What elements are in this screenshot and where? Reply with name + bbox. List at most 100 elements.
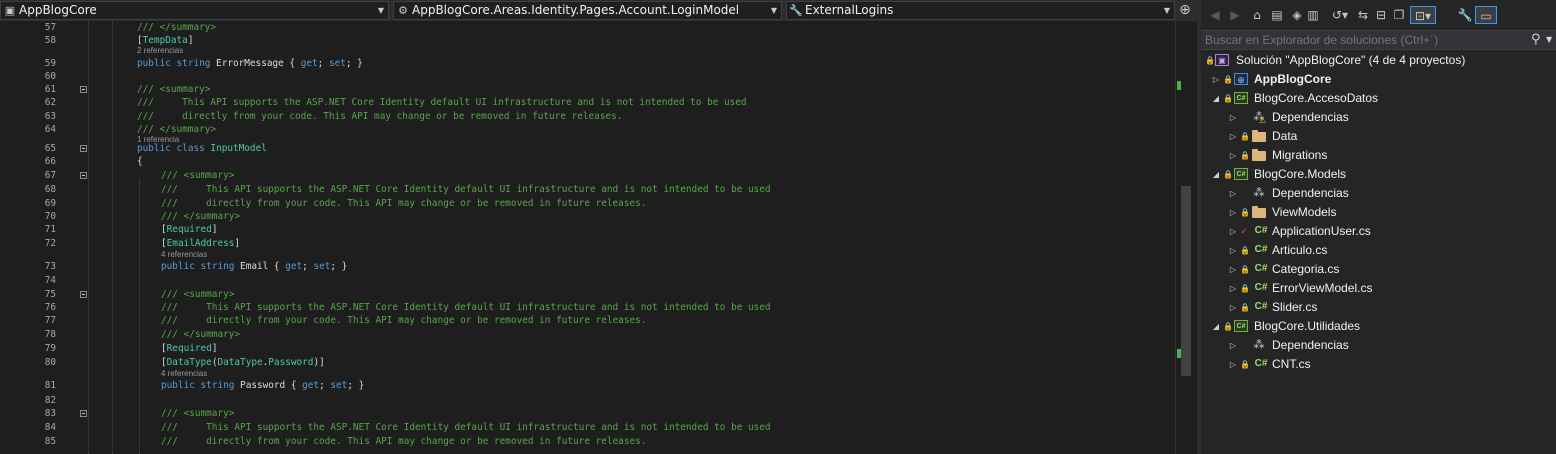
collapse-outline-icon[interactable]	[80, 145, 87, 152]
search-icon[interactable]: ⚲	[1531, 31, 1541, 49]
solution-search-input[interactable]	[1205, 32, 1525, 48]
code-line[interactable]: 61 /// <summary>	[0, 83, 1175, 97]
switch-views-icon[interactable]: ▤	[1269, 6, 1285, 24]
expanded-arrow-icon[interactable]: ◢	[1211, 89, 1221, 108]
code-text: /// <summary>	[137, 84, 211, 95]
tree-item[interactable]: ◢ 🔒 C# BlogCore.Utilidades	[1201, 317, 1556, 336]
tree-item[interactable]: ▷ ⁂ Dependencias	[1201, 336, 1556, 355]
code-line[interactable]: 82	[0, 394, 1175, 408]
tree-item[interactable]: ▷ 🔒 Data	[1201, 127, 1556, 146]
collapse-outline-icon[interactable]	[80, 86, 87, 93]
collapsed-arrow-icon[interactable]: ▷	[1228, 279, 1238, 298]
collapsed-arrow-icon[interactable]: ▷	[1228, 203, 1238, 222]
tree-item[interactable]: ▷ ⁂ Dependencias	[1201, 184, 1556, 203]
code-line[interactable]: 70 /// </summary>	[0, 210, 1175, 224]
collapsed-arrow-icon[interactable]: ▷	[1228, 336, 1238, 355]
csharp-file-icon: C#	[1254, 263, 1268, 274]
code-line[interactable]: 69 /// directly from your code. This API …	[0, 197, 1175, 211]
chevron-down-icon[interactable]: ▼	[1546, 33, 1552, 47]
code-line[interactable]: 66 {	[0, 155, 1175, 169]
code-line[interactable]: 59 public string ErrorMessage { get; set;…	[0, 57, 1175, 71]
home-icon[interactable]: ⌂	[1249, 6, 1265, 24]
scrollbar-thumb[interactable]	[1181, 186, 1191, 376]
tree-item[interactable]: ▷ ✓ C# ApplicationUser.cs	[1201, 222, 1556, 241]
code-line[interactable]: 68 /// This API supports the ASP.NET Core…	[0, 183, 1175, 197]
tree-item-label: CNT.cs	[1272, 357, 1311, 371]
code-lens-references[interactable]: 2 referencias	[0, 44, 1175, 58]
code-line[interactable]: 60	[0, 70, 1175, 84]
split-editor-icon[interactable]: ⊕	[1178, 2, 1192, 19]
tree-item[interactable]: ◢ 🔒 C# BlogCore.AccesoDatos	[1201, 89, 1556, 108]
tree-item[interactable]: ▷ 🔒 C# Articulo.cs	[1201, 241, 1556, 260]
back-icon[interactable]: ◀	[1207, 6, 1223, 24]
indent-guide	[139, 180, 140, 454]
reference-count-label[interactable]: 2 referencias	[137, 45, 183, 57]
code-line[interactable]: 62 /// This API supports the ASP.NET Core…	[0, 96, 1175, 110]
csharp-file-icon: C#	[1254, 244, 1268, 255]
tree-view-toggle-icon[interactable]: ⊡▾	[1410, 6, 1436, 24]
preview-selected-icon[interactable]: ▭	[1475, 6, 1497, 24]
collapsed-arrow-icon[interactable]: ▷	[1228, 222, 1238, 241]
collapsed-arrow-icon[interactable]: ▷	[1228, 146, 1238, 165]
collapsed-arrow-icon[interactable]: ▷	[1228, 108, 1238, 127]
collapsed-arrow-icon[interactable]: ▷	[1228, 260, 1238, 279]
code-line[interactable]: 74	[0, 274, 1175, 288]
code-line[interactable]: 83 /// <summary>	[0, 407, 1175, 421]
code-line[interactable]: 57 /// </summary>	[0, 21, 1175, 35]
tree-item[interactable]: 🔒 ▣ Solución "AppBlogCore" (4 de 4 proyect…	[1201, 51, 1556, 70]
collapsed-arrow-icon[interactable]: ▷	[1228, 184, 1238, 203]
tree-item[interactable]: ▷ 🔒 C# Slider.cs	[1201, 298, 1556, 317]
solution-search-box[interactable]: ⚲ ▼	[1201, 30, 1556, 50]
collapsed-arrow-icon[interactable]: ▷	[1228, 127, 1238, 146]
code-area[interactable]: 57/// </summary> 58 [TempData] 2 referencia…	[0, 21, 1175, 454]
code-line[interactable]: 75 /// <summary>	[0, 288, 1175, 302]
tree-item-label: Dependencias	[1272, 110, 1349, 124]
tree-item[interactable]: ▷ 🔒 ⊕ AppBlogCore	[1201, 70, 1556, 89]
code-editor[interactable]: ▣ AppBlogCore ▼ ⚙ AppBlogCore.Areas.Identi…	[0, 0, 1198, 454]
show-all-files-icon[interactable]: ❐	[1391, 6, 1407, 24]
vertical-scrollbar[interactable]	[1175, 21, 1198, 454]
code-line[interactable]: 85 /// directly from your code. This API …	[0, 435, 1175, 449]
code-line[interactable]: 76 /// This API supports the ASP.NET Core…	[0, 301, 1175, 315]
tree-item[interactable]: ▷ 🔒 C# CNT.cs	[1201, 355, 1556, 374]
collapsed-arrow-icon[interactable]: ▷	[1228, 355, 1238, 374]
tree-item[interactable]: ▷ 🔒 C# ErrorViewModel.cs	[1201, 279, 1556, 298]
code-line[interactable]: 77 /// directly from your code. This API …	[0, 314, 1175, 328]
expanded-arrow-icon[interactable]: ◢	[1211, 317, 1221, 336]
collapsed-arrow-icon[interactable]: ▷	[1211, 70, 1221, 89]
tree-item[interactable]: ◢ 🔒 C# BlogCore.Models	[1201, 165, 1556, 184]
code-line[interactable]: 63 /// directly from your code. This API …	[0, 110, 1175, 124]
code-line[interactable]: 73 public string Email { get; set; }	[0, 260, 1175, 274]
tree-item[interactable]: ▷ 🔒 Migrations	[1201, 146, 1556, 165]
type-dropdown[interactable]: ⚙ AppBlogCore.Areas.Identity.Pages.Accoun…	[393, 1, 782, 20]
properties-wrench-icon[interactable]: 🔧	[1457, 6, 1473, 24]
visual-studio-icon[interactable]: ◈	[1289, 6, 1305, 24]
forward-icon[interactable]: ▶	[1227, 6, 1243, 24]
code-line[interactable]: 84 /// This API supports the ASP.NET Core…	[0, 421, 1175, 435]
member-dropdown[interactable]: 🔧 ExternalLogins ▼	[786, 1, 1175, 20]
history-dropdown-icon[interactable]: ↺▾	[1327, 6, 1353, 24]
expanded-arrow-icon[interactable]: ◢	[1211, 165, 1221, 184]
pending-changes-icon[interactable]: ▥	[1305, 6, 1321, 24]
code-line[interactable]: 79 [Required]	[0, 342, 1175, 356]
tree-item[interactable]: ▷ 🔒 ViewModels	[1201, 203, 1556, 222]
collapsed-arrow-icon[interactable]: ▷	[1228, 298, 1238, 317]
collapse-outline-icon[interactable]	[80, 410, 87, 417]
line-number: 73	[44, 261, 56, 272]
tree-item[interactable]: ▷ 🔒 C# Categoria.cs	[1201, 260, 1556, 279]
collapse-outline-icon[interactable]	[80, 291, 87, 298]
project-dropdown[interactable]: ▣ AppBlogCore ▼	[0, 1, 389, 20]
collapse-all-icon[interactable]: ⊟	[1373, 6, 1389, 24]
code-line[interactable]: 78 /// </summary>	[0, 328, 1175, 342]
sync-icon[interactable]: ⇆	[1355, 6, 1371, 24]
code-line[interactable]: 67 /// <summary>	[0, 169, 1175, 183]
code-text: /// directly from your code. This API ma…	[161, 198, 647, 209]
collapsed-arrow-icon[interactable]: ▷	[1228, 241, 1238, 260]
code-line[interactable]: 81 public string Password { get; set; }	[0, 379, 1175, 393]
code-text: /// </summary>	[137, 22, 217, 33]
csharp-project-icon: C#	[1234, 92, 1248, 104]
code-line[interactable]: 71 [Required]	[0, 223, 1175, 237]
collapse-outline-icon[interactable]	[80, 172, 87, 179]
tree-item[interactable]: ▷ ⁂ ⚠ Dependencias	[1201, 108, 1556, 127]
code-line[interactable]: 65 public class InputModel	[0, 142, 1175, 156]
